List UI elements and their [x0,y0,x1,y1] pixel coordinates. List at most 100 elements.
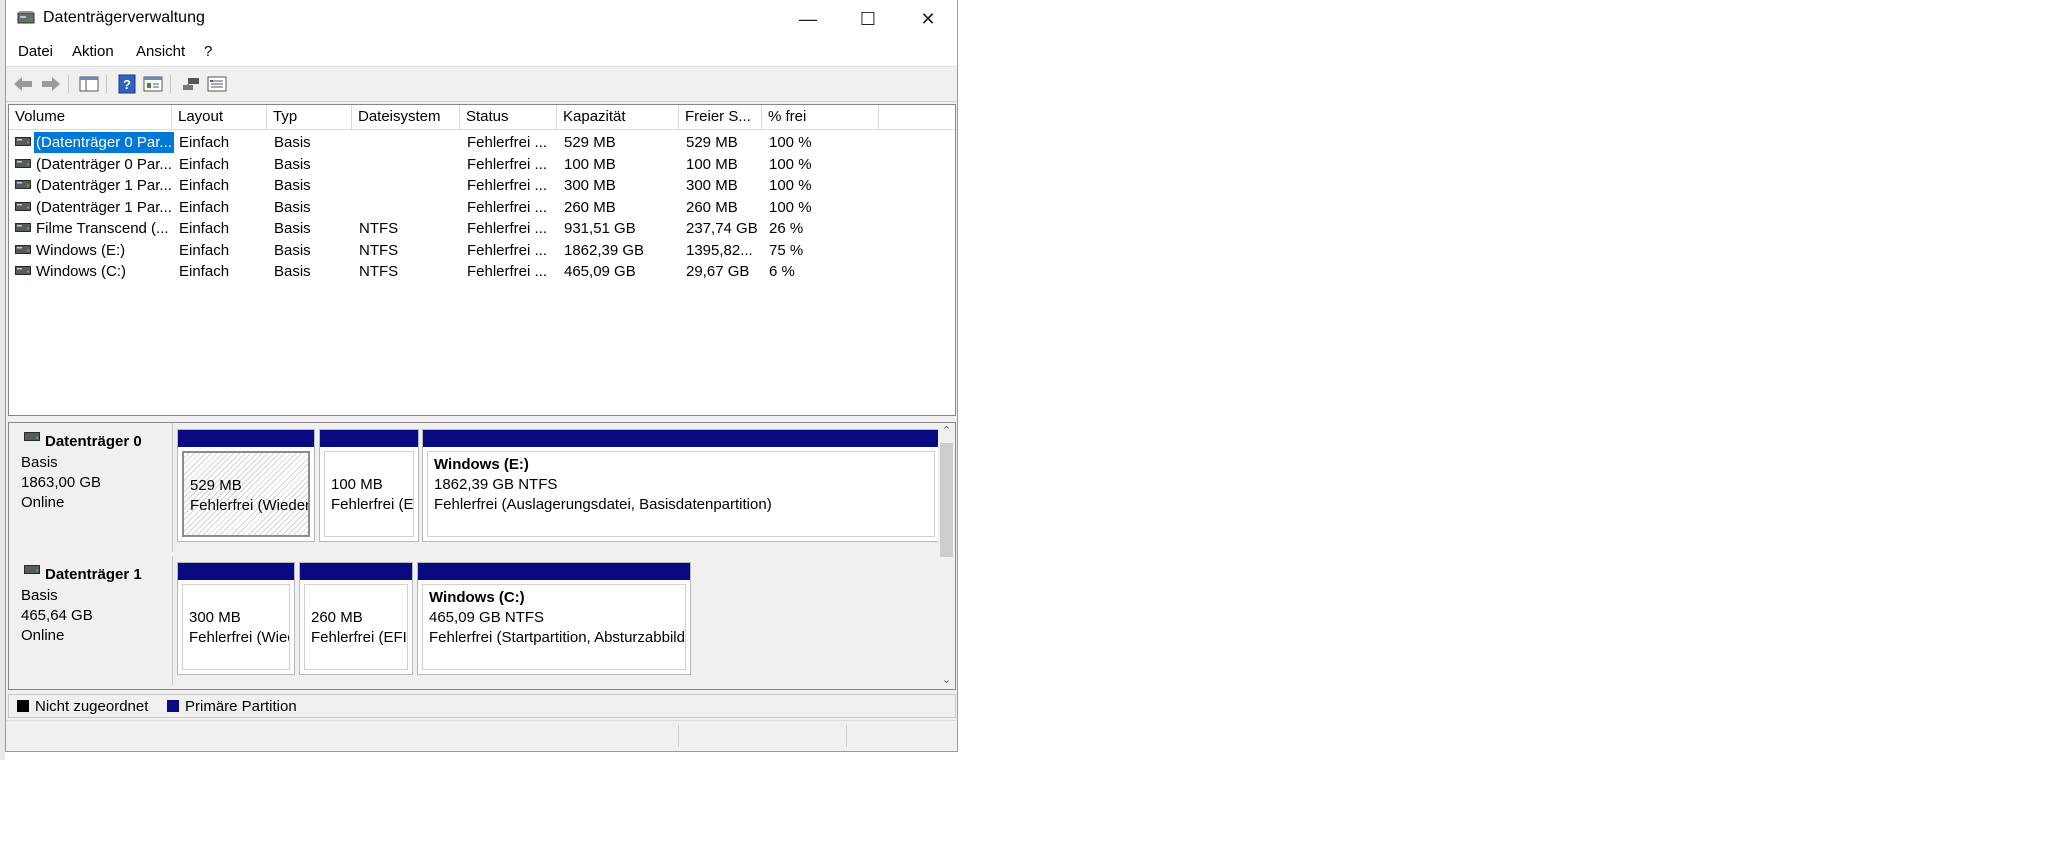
properties-button[interactable] [142,73,164,95]
column-header-typ[interactable]: Typ [267,105,352,129]
cell-status: Fehlerfrei ... [467,177,548,194]
cell-typ: Basis [274,220,311,237]
partition-body: Windows (C:) 465,09 GB NTFS Fehlerfrei (St… [422,584,686,670]
settings-button[interactable] [206,73,228,95]
cell-layout: Einfach [179,220,230,237]
partition-status: Fehlerfrei (Wiederher [189,629,289,646]
table-row[interactable]: (Datenträger 0 Par... Einfach Basis Fehlerf… [9,132,955,153]
disk-label-panel[interactable]: Datenträger 0 Basis 1863,00 GB Online [11,423,173,552]
partition-block[interactable]: 260 MB Fehlerfrei (EFI-Syster [299,562,413,675]
legend-bar: Nicht zugeordnet Primäre Partition [8,694,956,718]
column-header-prozent-frei[interactable]: % frei [762,105,879,129]
menu-help[interactable]: ? [204,43,212,60]
partition-body: 100 MB Fehlerfrei (EFI-Sys [324,451,414,537]
properties-icon [143,76,163,92]
maximize-icon: ☐ [859,8,877,29]
scroll-up-icon[interactable]: ⌃ [938,423,955,440]
cell-freier-speicher: 529 MB [686,134,738,151]
disk-row: Datenträger 0 Basis 1863,00 GB Online 529 MB… [9,423,941,554]
column-header-volume[interactable]: Volume [9,105,172,129]
partition-body: 260 MB Fehlerfrei (EFI-Syster [304,584,408,670]
menu-aktion[interactable]: Aktion [72,43,114,60]
help-button[interactable]: ? [116,73,138,95]
partition-size: 465,09 GB NTFS [429,609,545,626]
partition-size: 260 MB [311,609,363,626]
cell-status: Fehlerfrei ... [467,198,548,216]
cell-dateisystem [352,175,359,196]
partition-size: 100 MB [331,476,383,493]
menu-ansicht[interactable]: Ansicht [136,43,185,60]
cell-kapazitaet: 300 MB [564,177,616,194]
table-row[interactable]: Filme Transcend (... Einfach Basis NTFS Fehl… [9,218,955,239]
minimize-button[interactable]: — [778,0,838,38]
partition-header-bar [300,563,412,580]
cell-kapazitaet: 260 MB [564,198,616,216]
cell-typ: Basis [274,134,311,151]
disk-row: Datenträger 1 Basis 465,64 GB Online 300 MB F… [9,556,941,687]
partition-status: Fehlerfrei (Auslagerungsdatei, Basisdate… [434,496,772,513]
settings-icon [207,76,227,92]
cell-dateisystem [352,197,359,218]
cell-kapazitaet: 1862,39 GB [564,241,645,259]
svg-text:?: ? [123,77,131,92]
console-tree-button[interactable] [78,73,100,95]
cell-volume: (Datenträger 0 Par... [34,132,174,153]
back-button[interactable] [12,73,34,95]
title-bar: Datenträgerverwaltung — ☐ ✕ [6,0,957,38]
table-row[interactable]: Windows (E:) Einfach Basis NTFS Fehlerfrei .… [9,240,955,261]
partition-body: Windows (E:) 1862,39 GB NTFS Fehlerfrei (A… [427,451,935,537]
cell-layout: Einfach [179,155,230,173]
connect-button[interactable] [180,73,202,95]
partition-status: Fehlerfrei (EFI-Syster [311,629,407,646]
cell-freier-speicher: 1395,82... [686,241,753,259]
cell-status: Fehlerfrei ... [467,220,548,237]
cell-freier-speicher: 237,74 GB [686,220,758,237]
cell-prozent-frei: 75 % [769,241,804,259]
cell-dateisystem: NTFS [359,220,399,237]
cell-status: Fehlerfrei ... [467,263,548,280]
close-button[interactable]: ✕ [898,0,958,38]
cell-kapazitaet: 529 MB [564,134,616,151]
table-row[interactable]: (Datenträger 1 Par... Einfach Basis Fehlerf… [9,175,955,196]
partition-size: 1862,39 GB NTFS [434,476,558,493]
cell-volume: Windows (E:) [36,241,126,259]
disk-state: Online [21,627,65,644]
toolbar-separator [68,75,69,93]
console-tree-icon [79,76,99,92]
cell-layout: Einfach [179,177,230,194]
scroll-down-icon[interactable]: ⌄ [938,672,955,689]
legend-label-primary: Primäre Partition [185,698,297,715]
scrollbar-thumb[interactable] [940,443,953,557]
column-header-dateisystem[interactable]: Dateisystem [352,105,460,129]
table-row[interactable]: Windows (C:) Einfach Basis NTFS Fehlerfrei .… [9,261,955,282]
partition-block[interactable]: 100 MB Fehlerfrei (EFI-Sys [319,429,419,542]
volume-drive-icon [15,201,31,211]
disk-label-panel[interactable]: Datenträger 1 Basis 465,64 GB Online [11,556,173,685]
column-header-freier-speicher[interactable]: Freier S... [679,105,762,129]
cell-layout: Einfach [179,241,230,259]
table-row[interactable]: (Datenträger 1 Par... Einfach Basis Fehlerf… [9,197,955,218]
legend-swatch-unallocated [17,700,29,712]
cell-typ: Basis [274,198,311,216]
partition-block[interactable]: Windows (E:) 1862,39 GB NTFS Fehlerfrei (A… [422,429,940,542]
partition-block[interactable]: 529 MB Fehlerfrei (Wiederherstel [177,429,315,542]
disk-drive-icon [24,565,40,574]
forward-button[interactable] [40,73,62,95]
column-header-status[interactable]: Status [460,105,557,129]
menu-datei[interactable]: Datei [18,43,53,60]
volume-drive-icon [15,223,31,232]
volume-drive-icon [15,266,31,275]
partition-block[interactable]: Windows (C:) 465,09 GB NTFS Fehlerfrei (St… [417,562,691,675]
table-row[interactable]: (Datenträger 0 Par... Einfach Basis Fehlerf… [9,154,955,175]
cell-freier-speicher: 260 MB [686,198,738,216]
volume-list: Volume Layout Typ Dateisystem Status Kap… [8,104,956,416]
column-header-kapazitaet[interactable]: Kapazität [557,105,679,129]
partition-block[interactable]: 300 MB Fehlerfrei (Wiederher [177,562,295,675]
maximize-button[interactable]: ☐ [838,0,898,38]
toolbar-separator [106,75,107,93]
cell-prozent-frei: 100 % [769,155,812,173]
disk-drive-icon [24,432,40,441]
vertical-scrollbar[interactable]: ⌃ ⌄ [938,423,955,689]
volume-drive-icon [15,158,31,168]
column-header-layout[interactable]: Layout [172,105,267,129]
